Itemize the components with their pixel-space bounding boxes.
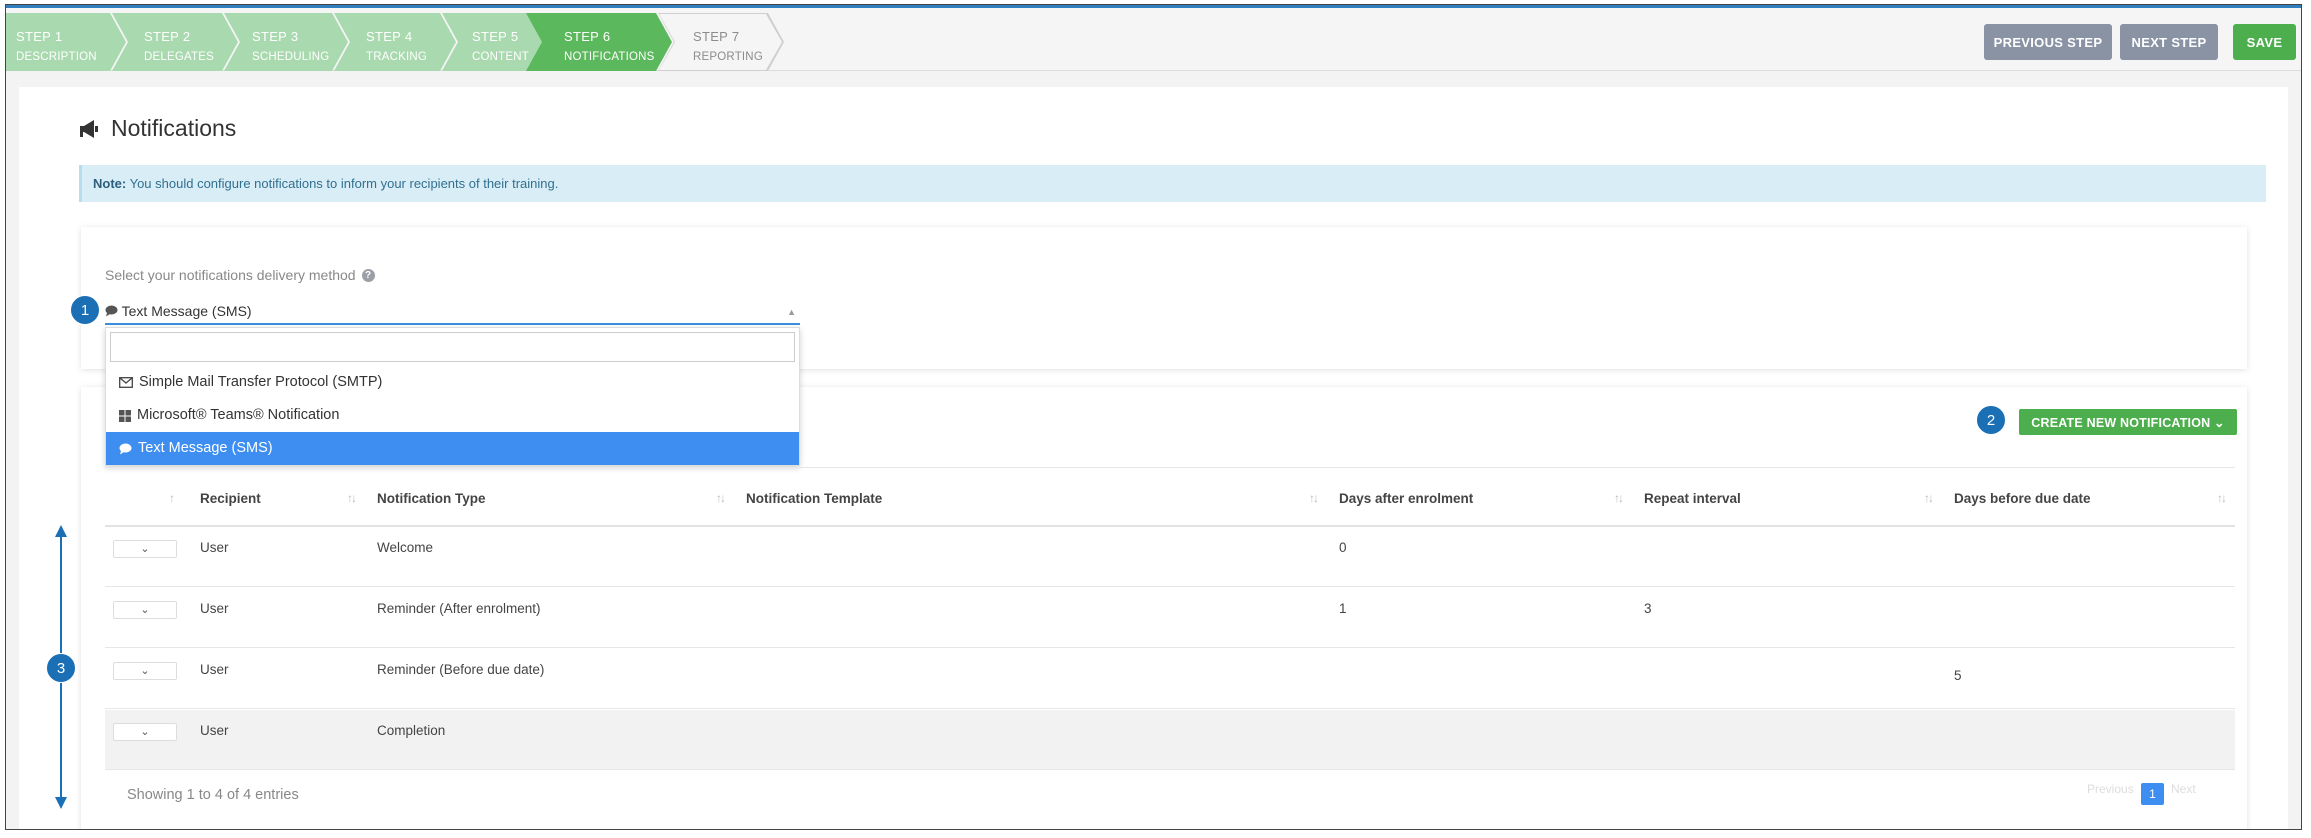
step-delegates[interactable]: STEP 2 DELEGATES xyxy=(112,13,238,71)
table-row: ⌄ User Reminder (After enrolment) 1 3 xyxy=(105,588,2235,648)
header-recipient[interactable]: Recipient xyxy=(200,491,261,506)
sort-icon[interactable]: ↑↓ xyxy=(2217,491,2227,505)
cell-recipient: User xyxy=(200,723,229,738)
megaphone-icon xyxy=(80,119,98,138)
note-text: You should configure notifications to in… xyxy=(126,176,559,191)
step-number: STEP 1 xyxy=(16,29,63,44)
callout-badge-1: 1 xyxy=(70,295,100,325)
step-label: DELEGATES xyxy=(144,51,214,63)
sort-icon[interactable]: ↑ xyxy=(169,491,175,505)
callout-badge-3: 3 xyxy=(46,653,76,683)
cell-type: Welcome xyxy=(377,540,434,555)
option-sms[interactable]: Text Message (SMS) xyxy=(106,432,799,465)
page-title-text: Notifications xyxy=(111,115,237,141)
step-number: STEP 7 xyxy=(693,29,740,44)
caret-up-icon: ▲ xyxy=(787,307,796,317)
arrow-down-icon xyxy=(55,797,67,809)
cell-days-before: 5 xyxy=(1954,668,1962,683)
cell-recipient: User xyxy=(200,540,229,555)
step-label: SCHEDULING xyxy=(252,51,330,63)
help-icon[interactable]: ? xyxy=(361,268,375,282)
selected-method: Text Message (SMS) xyxy=(121,303,252,319)
expand-row-button[interactable]: ⌄ xyxy=(113,540,177,558)
expand-row-button[interactable]: ⌄ xyxy=(113,601,177,619)
cell-repeat: 3 xyxy=(1644,601,1652,616)
step-number: STEP 4 xyxy=(366,29,413,44)
step-tracking[interactable]: STEP 4 TRACKING xyxy=(334,13,456,71)
option-label: Text Message (SMS) xyxy=(138,440,273,456)
step-description[interactable]: STEP 1 DESCRIPTION xyxy=(6,13,126,71)
create-new-notification-button[interactable]: CREATE NEW NOTIFICATION ⌄ xyxy=(2019,409,2237,435)
header-days-after-enrolment[interactable]: Days after enrolment xyxy=(1339,491,1473,506)
cell-days-after: 1 xyxy=(1339,601,1347,616)
sort-icon[interactable]: ↑↓ xyxy=(347,491,357,505)
header-notification-template[interactable]: Notification Template xyxy=(746,491,882,506)
envelope-icon xyxy=(119,377,133,388)
next-step-button[interactable]: NEXT STEP xyxy=(2120,24,2218,60)
pagination-current-page[interactable]: 1 xyxy=(2141,783,2164,805)
step-label: REPORTING xyxy=(693,51,763,63)
dropdown-search-input[interactable] xyxy=(110,332,795,362)
cell-recipient: User xyxy=(200,662,229,677)
page-title: Notifications xyxy=(79,115,236,142)
panel-divider xyxy=(105,467,2235,468)
pagination-previous[interactable]: Previous xyxy=(2087,782,2134,796)
pagination-next[interactable]: Next xyxy=(2171,782,2196,796)
step-label: TRACKING xyxy=(366,51,428,63)
table-row: ⌄ User Welcome 0 xyxy=(105,527,2235,587)
table-row: ⌄ User Reminder (Before due date) 5 xyxy=(105,649,2235,709)
save-button[interactable]: SAVE xyxy=(2233,24,2296,60)
sort-icon[interactable]: ↑↓ xyxy=(1309,491,1319,505)
sort-icon[interactable]: ↑↓ xyxy=(1924,491,1934,505)
cell-days-after: 0 xyxy=(1339,540,1347,555)
step-label: NOTIFICATIONS xyxy=(564,51,655,63)
comment-icon xyxy=(105,305,118,317)
delivery-method-select[interactable]: Text Message (SMS) ▲ xyxy=(105,299,800,325)
option-label: Microsoft® Teams® Notification xyxy=(137,407,340,423)
windows-icon xyxy=(119,409,131,422)
table-info: Showing 1 to 4 of 4 entries xyxy=(127,787,299,803)
option-smtp[interactable]: Simple Mail Transfer Protocol (SMTP) xyxy=(106,366,799,399)
delivery-label-text: Select your notifications delivery metho… xyxy=(105,267,356,283)
step-number: STEP 3 xyxy=(252,29,299,44)
step-number: STEP 2 xyxy=(144,29,191,44)
step-label: DESCRIPTION xyxy=(16,51,97,63)
cell-type: Completion xyxy=(377,723,446,738)
header-repeat-interval[interactable]: Repeat interval xyxy=(1644,491,1741,506)
expand-row-button[interactable]: ⌄ xyxy=(113,723,177,741)
expand-row-button[interactable]: ⌄ xyxy=(113,662,177,680)
wizard-bar: STEP 1 DESCRIPTION STEP 2 DELEGATES STEP… xyxy=(6,8,2301,71)
main-content: Notifications Note: You should configure… xyxy=(19,87,2288,829)
header-notification-type[interactable]: Notification Type xyxy=(377,491,486,506)
cell-recipient: User xyxy=(200,601,229,616)
delivery-method-label: Select your notifications delivery metho… xyxy=(105,267,375,283)
cell-type: Reminder (After enrolment) xyxy=(377,601,541,616)
note-banner: Note: You should configure notifications… xyxy=(79,165,2266,202)
cell-type: Reminder (Before due date) xyxy=(377,662,545,677)
callout-badge-2: 2 xyxy=(1976,405,2006,435)
sort-icon[interactable]: ↑↓ xyxy=(1614,491,1624,505)
header-days-before-due-date[interactable]: Days before due date xyxy=(1954,491,2091,506)
delivery-method-dropdown: Simple Mail Transfer Protocol (SMTP) Mic… xyxy=(105,327,800,466)
step-number: STEP 6 xyxy=(564,29,611,44)
option-label: Simple Mail Transfer Protocol (SMTP) xyxy=(139,374,383,390)
option-teams[interactable]: Microsoft® Teams® Notification xyxy=(106,399,799,432)
sort-icon[interactable]: ↑↓ xyxy=(716,491,726,505)
previous-step-button[interactable]: PREVIOUS STEP xyxy=(1984,24,2112,60)
app-frame: STEP 1 DESCRIPTION STEP 2 DELEGATES STEP… xyxy=(5,4,2302,830)
step-scheduling[interactable]: STEP 3 SCHEDULING xyxy=(224,13,348,71)
step-notifications[interactable]: STEP 6 NOTIFICATIONS xyxy=(526,13,672,71)
note-prefix: Note: xyxy=(93,176,127,191)
comment-icon xyxy=(119,443,132,454)
step-reporting[interactable]: STEP 7 REPORTING xyxy=(659,14,782,70)
table-row: ⌄ User Completion xyxy=(105,710,2235,770)
